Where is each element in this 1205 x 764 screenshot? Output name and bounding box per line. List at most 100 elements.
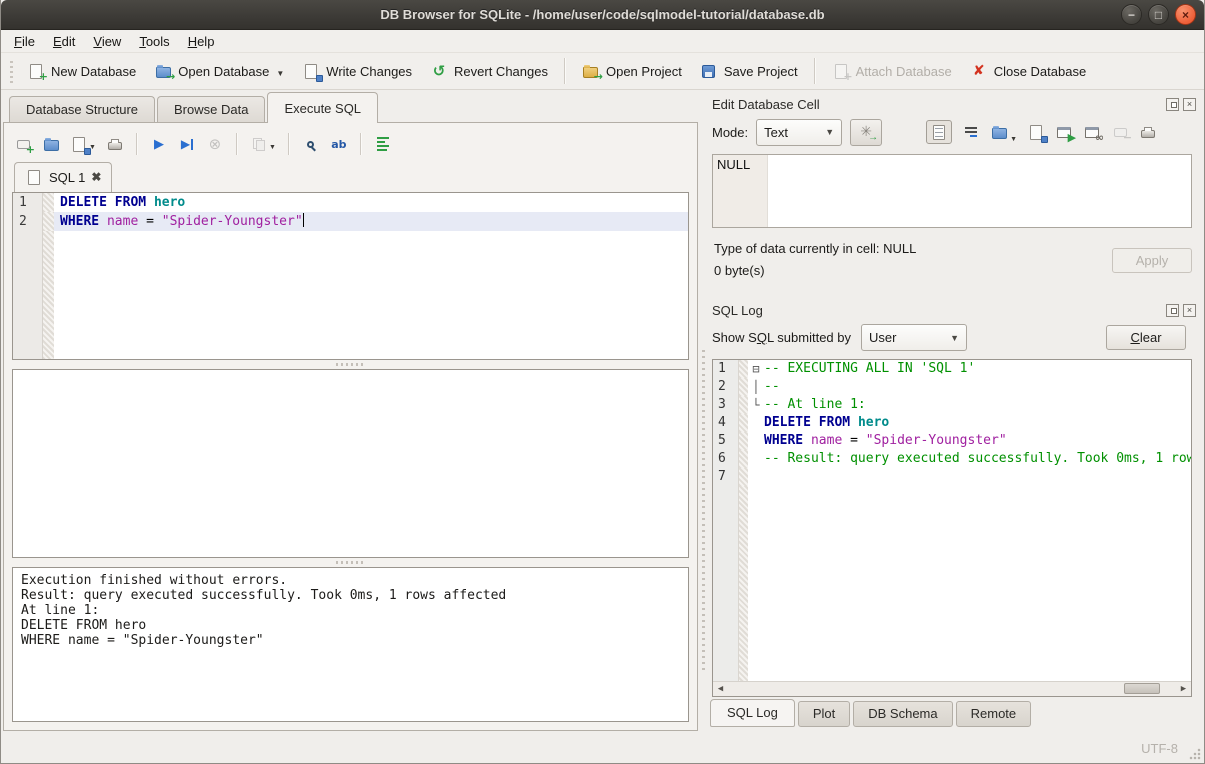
dropdown-arrow-icon[interactable]: ▼	[276, 69, 284, 80]
tab-plot[interactable]: Plot	[798, 701, 850, 727]
new-database-button[interactable]: +New Database	[18, 58, 145, 84]
dock-close-icon[interactable]: ×	[1183, 304, 1196, 317]
sql-log-dock: SQL Log × Show SQL submitted by User ▼ C…	[708, 298, 1198, 733]
open-database-icon: →	[154, 62, 172, 80]
horizontal-scrollbar[interactable]: ◀ ▶	[713, 681, 1191, 696]
sql-tab-bar: SQL 1 ✖	[12, 162, 689, 192]
app-window: DB Browser for SQLite - /home/user/code/…	[0, 0, 1205, 764]
tab-db-schema[interactable]: DB Schema	[853, 701, 952, 727]
line-number: 7	[713, 468, 739, 486]
dock-float-icon[interactable]	[1166, 98, 1179, 111]
menu-view[interactable]: View	[84, 32, 130, 51]
resize-grip[interactable]	[1189, 748, 1201, 760]
encoding-indicator[interactable]: UTF-8	[1141, 741, 1178, 756]
window-controls: − □ ×	[1121, 4, 1196, 25]
vertical-splitter-handle[interactable]	[698, 90, 708, 733]
line-number: 1	[713, 360, 739, 378]
sql-log-filter-row: Show SQL submitted by User ▼ Clear	[708, 320, 1198, 357]
apply-settings-button[interactable]: ✳ →	[850, 119, 882, 146]
tab-database-structure[interactable]: Database Structure	[9, 96, 155, 123]
main-toolbar: +New Database→Open Database▼Write Change…	[1, 53, 1204, 90]
menu-edit[interactable]: Edit	[44, 32, 84, 51]
set-null-icon[interactable]: −	[1111, 123, 1129, 141]
sql-tab[interactable]: SQL 1 ✖	[14, 162, 112, 192]
format-sql-icon[interactable]	[374, 135, 392, 153]
line-number: 2	[713, 378, 739, 396]
import-data-icon[interactable]	[990, 123, 1008, 141]
editor-line[interactable]: 2WHERE name = "Spider-Youngster"	[13, 212, 688, 231]
menu-bar: FileEditViewToolsHelp	[1, 30, 1204, 53]
tab-remote[interactable]: Remote	[956, 701, 1032, 727]
sql-tab-close-icon[interactable]: ✖	[91, 170, 101, 184]
fold-collapse-icon[interactable]: ⊟	[748, 360, 764, 378]
sql-file-icon	[25, 168, 43, 186]
close-database-icon: ✘	[970, 62, 988, 80]
menu-tools[interactable]: Tools	[130, 32, 178, 51]
submitted-by-select[interactable]: User ▼	[861, 324, 967, 351]
edit-cell-dock-header: Edit Database Cell ×	[708, 92, 1198, 114]
mode-select[interactable]: Text ▼	[756, 119, 842, 146]
sql-log-dock-header: SQL Log ×	[708, 298, 1198, 320]
splitter-handle[interactable]	[12, 558, 689, 567]
execute-current-line-icon[interactable]: ▶	[178, 135, 196, 153]
mode-value: Text	[764, 125, 788, 140]
scrollbar-thumb[interactable]	[1124, 683, 1160, 694]
print-cell-icon[interactable]	[1139, 123, 1157, 141]
open-sql-file-icon[interactable]	[42, 135, 60, 153]
print-icon[interactable]	[106, 135, 124, 153]
cell-value-editor[interactable]: NULL	[712, 154, 1192, 228]
scroll-right-icon[interactable]: ▶	[1176, 682, 1191, 696]
save-project-button[interactable]: Save Project	[691, 58, 807, 84]
status-bar: UTF-8	[1, 733, 1204, 763]
tab-browse-data[interactable]: Browse Data	[157, 96, 265, 123]
dropdown-arrow-icon[interactable]: ▼	[269, 144, 276, 153]
sql-editor[interactable]: 1DELETE FROM hero2WHERE name = "Spider-Y…	[12, 192, 689, 360]
execute-sql-panel: +▼▶▶⊗▼ab SQL 1 ✖ 1DELETE FROM hero2WHERE…	[3, 122, 698, 731]
editor-line[interactable]: 1DELETE FROM hero	[13, 193, 688, 212]
close-database-button[interactable]: ✘Close Database	[961, 58, 1096, 84]
stop-icon[interactable]: ⊗	[206, 135, 224, 153]
open-project-button[interactable]: →Open Project	[573, 58, 691, 84]
line-number: 3	[713, 396, 739, 414]
word-wrap-icon[interactable]	[962, 123, 980, 141]
find-replace-icon[interactable]: ab	[330, 135, 348, 153]
new-sql-tab-icon[interactable]: +	[14, 135, 32, 153]
close-button[interactable]: ×	[1175, 4, 1196, 25]
revert-changes-button[interactable]: ↺Revert Changes	[421, 58, 557, 84]
export-data-icon[interactable]	[1027, 123, 1045, 141]
cell-size-info: 0 byte(s)	[714, 260, 1112, 282]
text-cursor	[303, 213, 304, 227]
chevron-down-icon: ▼	[825, 127, 834, 137]
dock-float-icon[interactable]	[1166, 304, 1179, 317]
splitter-handle[interactable]	[12, 360, 689, 369]
find-icon[interactable]	[302, 135, 320, 153]
title-bar[interactable]: DB Browser for SQLite - /home/user/code/…	[1, 0, 1204, 30]
tab-execute-sql[interactable]: Execute SQL	[267, 92, 378, 123]
minimize-button[interactable]: −	[1121, 4, 1142, 25]
export-results-icon[interactable]	[250, 135, 268, 153]
dropdown-arrow-icon[interactable]: ▼	[1010, 136, 1017, 144]
results-pane[interactable]	[12, 369, 689, 558]
sql-log-view[interactable]: 1⊟-- EXECUTING ALL IN 'SQL 1'2│--3└-- At…	[712, 359, 1192, 697]
clear-button[interactable]: Clear	[1106, 325, 1186, 350]
menu-file[interactable]: File	[5, 32, 44, 51]
copy-link-icon[interactable]: ∞	[1083, 123, 1101, 141]
tab-sql-log[interactable]: SQL Log	[710, 699, 795, 727]
save-sql-file-icon[interactable]	[70, 135, 88, 153]
maximize-button[interactable]: □	[1148, 4, 1169, 25]
scroll-left-icon[interactable]: ◀	[713, 682, 728, 696]
text-mode-icon[interactable]	[926, 120, 952, 144]
cell-info-row: Type of data currently in cell: NULL 0 b…	[708, 228, 1198, 288]
menu-help[interactable]: Help	[179, 32, 224, 51]
write-changes-button[interactable]: Write Changes	[293, 58, 421, 84]
open-external-icon[interactable]: ▶	[1055, 123, 1073, 141]
execute-all-icon[interactable]: ▶	[150, 135, 168, 153]
open-database-button[interactable]: →Open Database▼	[145, 58, 293, 84]
apply-button[interactable]: Apply	[1112, 248, 1192, 273]
right-column: Edit Database Cell × Mode: Text ▼ ✳ → ▼▶…	[708, 90, 1204, 733]
open-project-icon: →	[582, 62, 600, 80]
execution-output-pane[interactable]: Execution finished without errors. Resul…	[12, 567, 689, 722]
edit-cell-title: Edit Database Cell	[712, 97, 1162, 112]
attach-database-button[interactable]: +Attach Database	[823, 58, 961, 84]
dock-close-icon[interactable]: ×	[1183, 98, 1196, 111]
